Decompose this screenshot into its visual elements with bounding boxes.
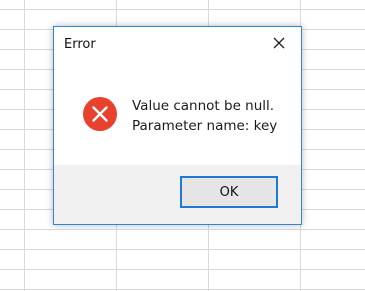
dialog-title: Error [64, 37, 96, 52]
dialog-footer: OK [54, 165, 301, 224]
message-line-1: Value cannot be null. [132, 98, 275, 114]
error-message: Value cannot be null. Parameter name: ke… [132, 96, 277, 136]
message-line-2: Parameter name: key [132, 118, 278, 134]
dialog-titlebar: Error [54, 27, 301, 63]
error-icon [83, 97, 117, 131]
ok-button[interactable]: OK [180, 176, 278, 208]
error-dialog: Error Value cannot be null. Parameter na… [53, 26, 302, 225]
close-button[interactable] [257, 27, 301, 59]
dialog-content: Value cannot be null. Parameter name: ke… [54, 63, 301, 167]
close-icon [273, 37, 285, 49]
